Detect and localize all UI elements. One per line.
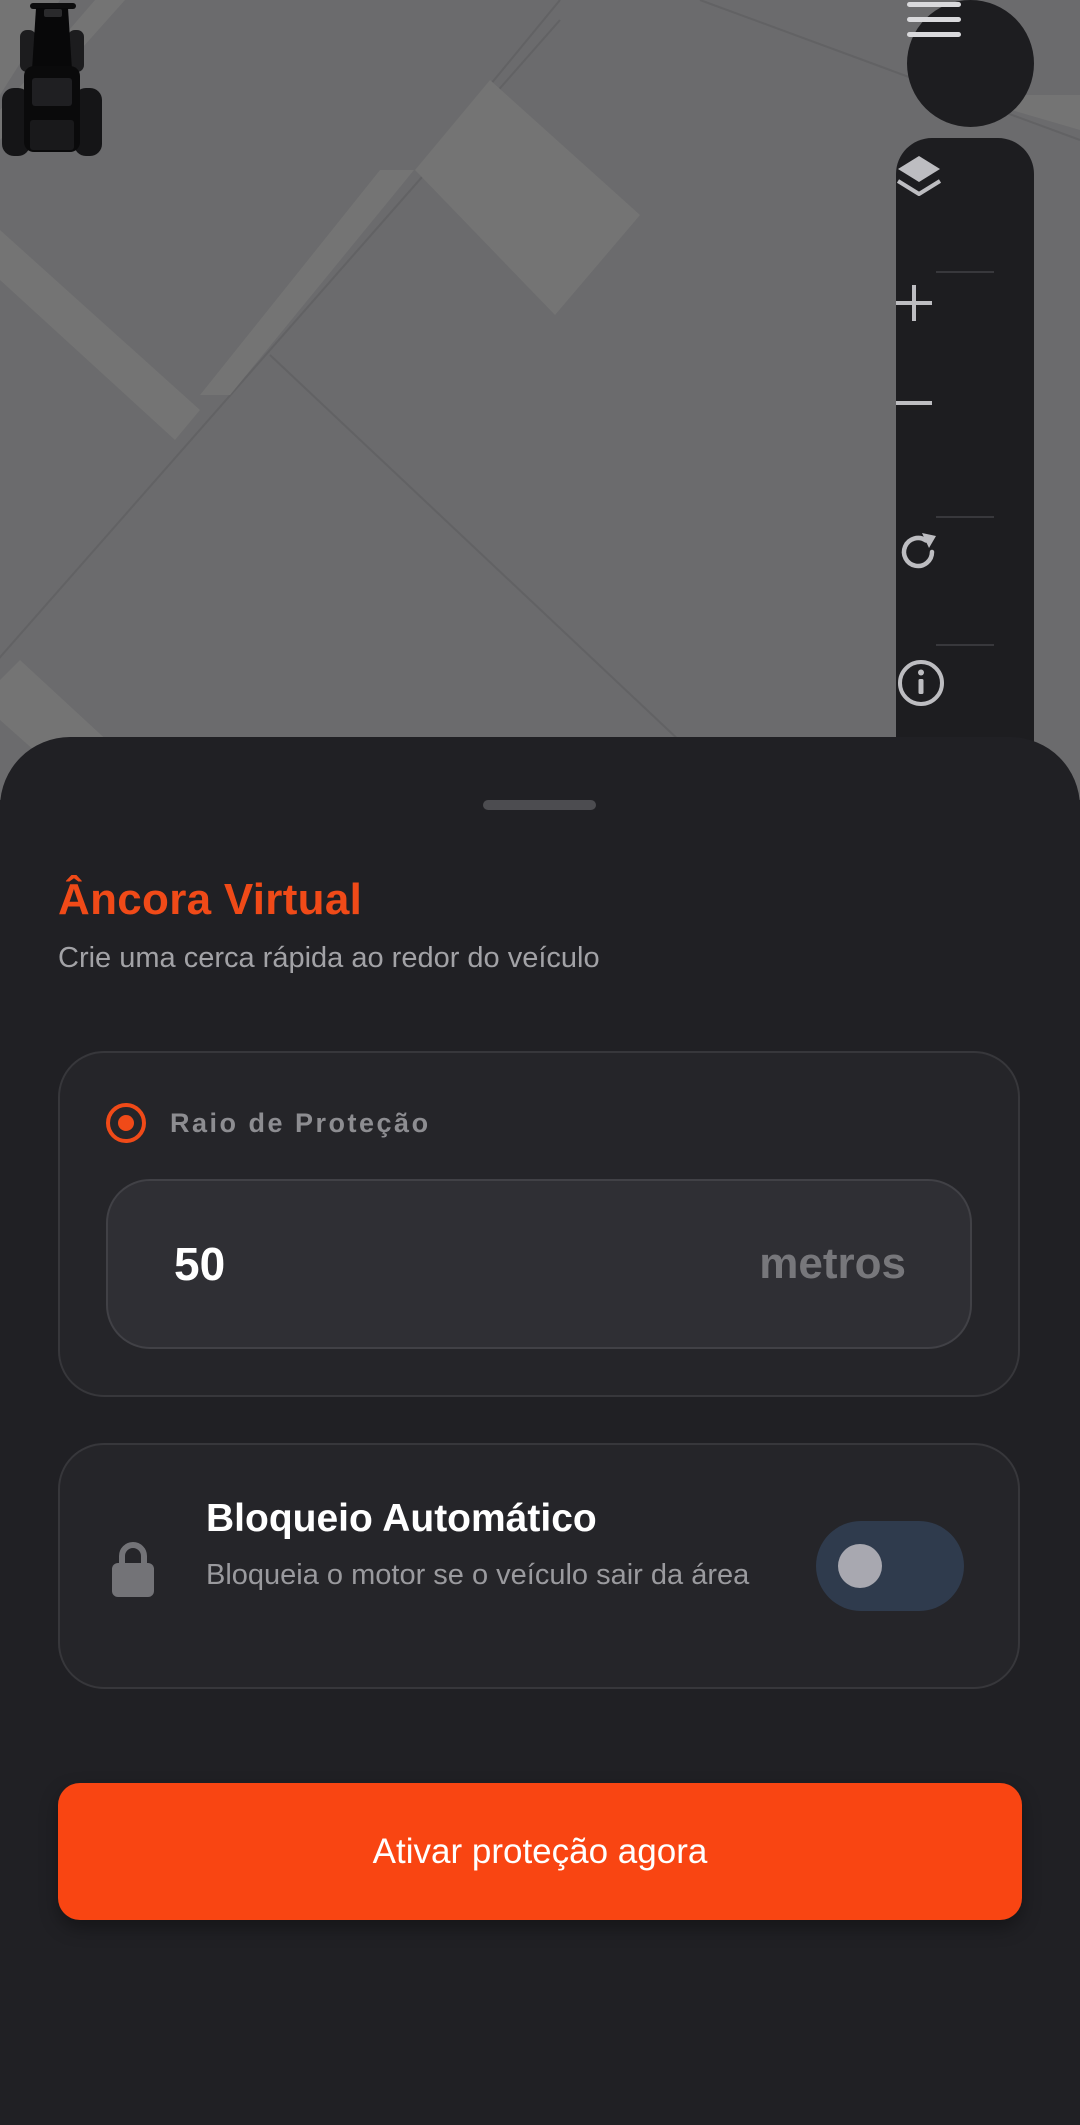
lock-icon [112,1542,154,1597]
minus-icon [896,401,932,405]
tractor-icon[interactable] [0,0,104,158]
tools-divider [936,271,994,273]
auto-lock-card: Bloqueio Automático Bloqueia o motor se … [58,1443,1020,1689]
hamburger-menu-icon [907,2,961,37]
tools-divider [936,516,994,518]
radius-unit: metros [759,1239,906,1288]
map-view[interactable] [0,0,1080,800]
radius-value[interactable]: 50 [174,1181,225,1347]
refresh-button[interactable] [896,530,1034,630]
info-icon [898,660,944,706]
sheet-drag-handle[interactable] [483,800,596,810]
zoom-out-button[interactable] [896,400,1034,500]
refresh-icon [901,533,936,569]
radius-input[interactable]: 50 metros [106,1179,972,1349]
sheet-title: Âncora Virtual [58,875,363,924]
auto-lock-description: Bloqueia o motor se o veículo sair da ár… [206,1559,750,1591]
radius-card: Raio de Proteção 50 metros [58,1051,1020,1397]
auto-lock-title: Bloqueio Automático [206,1497,597,1540]
virtual-anchor-sheet: Âncora Virtual Crie uma cerca rápida ao … [0,737,1080,2125]
tools-divider [936,644,994,646]
radius-label: Raio de Proteção [170,1108,431,1138]
radius-radio-icon[interactable] [106,1103,146,1143]
zoom-in-button[interactable] [896,285,1034,385]
plus-icon [896,285,932,321]
menu-button[interactable] [907,0,1034,127]
toggle-knob [838,1544,882,1588]
sheet-subtitle: Crie uma cerca rápida ao redor do veícul… [58,942,600,974]
activate-protection-button[interactable]: Ativar proteção agora [58,1783,1022,1920]
layers-button[interactable] [896,154,1034,254]
map-tools-panel [896,138,1034,800]
auto-lock-toggle[interactable] [816,1521,964,1611]
layers-icon [896,156,942,196]
